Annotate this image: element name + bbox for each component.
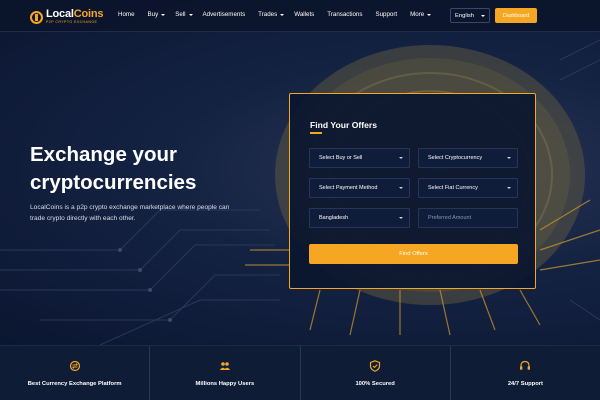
chevron-down-icon [399, 187, 403, 189]
feature-item: 24/7 Support [449, 346, 600, 400]
chevron-down-icon [427, 13, 432, 16]
chevron-down-icon [399, 217, 403, 219]
nav-item-transactions[interactable]: Transactions [327, 11, 362, 18]
title-underline [310, 132, 322, 134]
chevron-down-icon [188, 13, 193, 16]
find-offers-button[interactable]: Find Offers [309, 244, 518, 264]
nav-item-advertisements[interactable]: Advertisements [203, 11, 246, 18]
chevron-down-icon [507, 187, 511, 189]
nav-item-home[interactable]: Home [118, 11, 135, 18]
chevron-down-icon [481, 15, 485, 17]
chevron-down-icon [161, 13, 166, 16]
coin-logo-icon [30, 10, 43, 24]
fiat-currency-select[interactable]: Select Fiat Currency [418, 178, 518, 198]
exchange-icon [69, 360, 80, 372]
nav-item-sell[interactable]: Sell [175, 11, 193, 18]
headset-icon [520, 360, 531, 370]
nav-item-more[interactable]: More [410, 11, 432, 18]
nav-item-support[interactable]: Support [375, 11, 397, 18]
dashboard-button[interactable]: Dashboard [495, 8, 537, 23]
main-nav: Home Buy Sell Advertisements Trades Wall… [118, 11, 432, 18]
amount-input[interactable]: Preferred Amount [418, 208, 518, 228]
country-select[interactable]: Bangladesh [309, 208, 410, 228]
language-select[interactable]: English [450, 8, 490, 23]
feature-item: 100% Secured [299, 346, 450, 400]
brand-tagline: P2P CRYPTO EXCHANGE [46, 20, 98, 25]
cryptocurrency-select[interactable]: Select Cryptocurrency [418, 148, 518, 168]
chevron-down-icon [399, 157, 403, 159]
brand-name: LocalCoins [46, 8, 104, 21]
payment-method-select[interactable]: Select Payment Method [309, 178, 410, 198]
top-navbar: LocalCoins P2P CRYPTO EXCHANGE Home Buy … [0, 0, 600, 32]
nav-item-wallets[interactable]: Wallets [294, 11, 314, 18]
nav-item-buy[interactable]: Buy [148, 11, 166, 18]
page: LocalCoins P2P CRYPTO EXCHANGE Home Buy … [0, 0, 600, 400]
feature-item: Millions Happy Users [149, 346, 299, 400]
features-bar: Best Currency Exchange Platform Millions… [0, 345, 600, 400]
hero-description: LocalCoins is a p2p crypto exchange mark… [30, 204, 230, 222]
shield-icon [370, 360, 381, 372]
chevron-down-icon [280, 13, 285, 16]
chevron-down-icon [507, 157, 511, 159]
buy-sell-select[interactable]: Select Buy or Sell [309, 148, 410, 168]
users-icon [219, 362, 231, 370]
language-value: English [455, 12, 475, 19]
nav-item-trades[interactable]: Trades [258, 11, 285, 18]
feature-item: Best Currency Exchange Platform [0, 346, 149, 400]
brand-logo[interactable]: LocalCoins P2P CRYPTO EXCHANGE [30, 8, 103, 26]
panel-title: Find Your Offers [310, 120, 378, 130]
hero-title: Exchange your cryptocurrencies [30, 143, 197, 194]
find-offers-panel: Find Your Offers Select Buy or Sell Sele… [289, 93, 536, 289]
